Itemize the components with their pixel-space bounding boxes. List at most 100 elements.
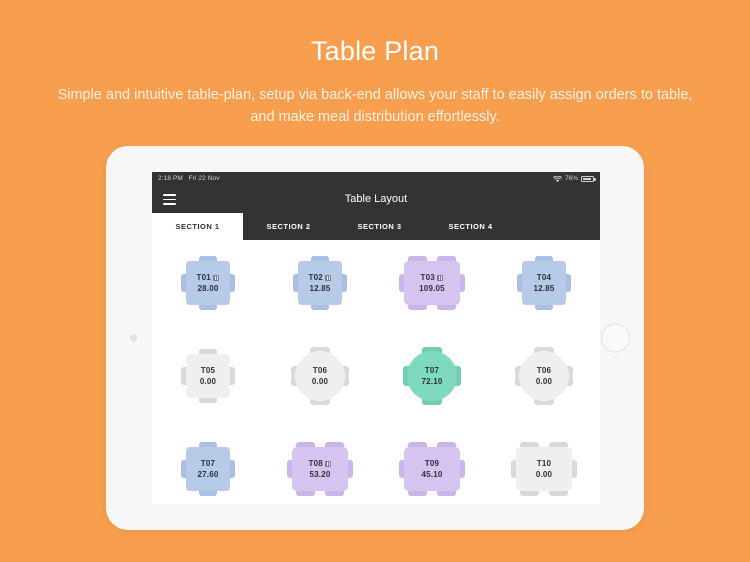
table-amount: 0.00 (311, 377, 329, 386)
promo-screenshot: Table Plan Simple and intuitive table-pl… (0, 0, 750, 562)
table-t07-8[interactable]: T07 27.60 (181, 442, 235, 496)
table-label: T04 (537, 272, 551, 283)
table-shape[interactable]: T05 0.00 (186, 354, 230, 398)
table-id: T05 (200, 366, 216, 375)
battery-icon (581, 175, 596, 183)
table-shape[interactable]: T02 12.85 (298, 261, 342, 305)
table-shape[interactable]: T04 12.85 (522, 261, 566, 305)
table-amount: 109.05 (419, 284, 445, 293)
table-amount: 72.10 (421, 377, 443, 386)
table-cell: T07 27.60 (152, 438, 264, 500)
table-t03-2[interactable]: T03 109.05 (399, 256, 465, 310)
table-amount: 0.00 (535, 377, 553, 386)
status-bar: 2:18 PM Fri 22 Nov 76% (152, 172, 600, 186)
table-t08-9[interactable]: T08 53.20 (287, 442, 353, 496)
table-plan-canvas: T01 28.00 T02 12.85 T03 109.05 T04 12.85 T05 0.0… (152, 240, 600, 504)
table-t06-5[interactable]: T06 0.00 (291, 347, 349, 405)
status-bar-indicators: 76% (553, 172, 596, 186)
wifi-icon (553, 175, 562, 182)
home-button[interactable] (601, 323, 630, 353)
table-amount: 12.85 (533, 284, 555, 293)
table-cell: T02 12.85 (264, 252, 376, 314)
table-shape[interactable]: T07 72.10 (407, 351, 457, 401)
table-amount: 28.00 (197, 284, 219, 293)
nav-bar: Table Layout (152, 186, 600, 213)
section-tab-bar: SECTION 1 SECTION 2 SECTION 3 SECTION 4 (152, 213, 600, 240)
table-cell: T08 53.20 (264, 438, 376, 500)
tab-section-4[interactable]: SECTION 4 (425, 213, 516, 240)
table-id: T08 (308, 459, 323, 468)
table-t06-7[interactable]: T06 0.00 (515, 347, 573, 405)
table-amount: 12.85 (309, 284, 331, 293)
table-label: T06 (313, 365, 327, 376)
table-cell: T01 28.00 (152, 252, 264, 314)
table-id: T06 (312, 366, 328, 375)
order-items-icon (325, 274, 332, 281)
page-title: Table Plan (310, 36, 440, 66)
table-label: T05 (201, 365, 215, 376)
table-label: T09 (425, 458, 439, 469)
table-shape[interactable]: T06 0.00 (295, 351, 345, 401)
table-row: T01 28.00 T02 12.85 T03 109.05 T04 12.85 (152, 252, 600, 314)
device-viewport: 2:18 PM Fri 22 Nov 76% Table Layout SECT… (152, 172, 600, 504)
front-camera-icon (130, 334, 137, 342)
table-shape[interactable]: T07 27.60 (186, 447, 230, 491)
table-amount: 0.00 (199, 377, 217, 386)
tab-section-2[interactable]: SECTION 2 (243, 213, 334, 240)
table-t05-4[interactable]: T05 0.00 (181, 349, 235, 403)
table-label: T07 (425, 365, 439, 376)
table-t09-10[interactable]: T09 45.10 (399, 442, 465, 496)
nav-title: Table Layout (344, 193, 408, 205)
table-label: T10 (537, 458, 551, 469)
table-id: T07 (424, 366, 440, 375)
battery-percent: 76% (564, 175, 578, 182)
table-amount: 45.10 (421, 470, 443, 479)
tab-section-1[interactable]: SECTION 1 (152, 213, 243, 240)
order-items-icon (437, 274, 444, 281)
table-label: T07 (201, 458, 215, 469)
table-shape[interactable]: T09 45.10 (404, 447, 460, 491)
table-shape[interactable]: T06 0.00 (519, 351, 569, 401)
table-t01-0[interactable]: T01 28.00 (181, 256, 235, 310)
table-shape[interactable]: T10 0.00 (516, 447, 572, 491)
status-time: 2:18 PM (158, 175, 183, 182)
table-t02-1[interactable]: T02 12.85 (293, 256, 347, 310)
table-cell: T06 0.00 (488, 345, 600, 407)
table-id: T02 (308, 273, 323, 282)
table-amount: 27.60 (197, 470, 219, 479)
tab-section-3[interactable]: SECTION 3 (334, 213, 425, 240)
table-id: T07 (200, 459, 216, 468)
table-id: T04 (536, 273, 552, 282)
status-date: Fri 22 Nov (188, 175, 220, 182)
table-amount: 53.20 (309, 470, 331, 479)
table-shape[interactable]: T08 53.20 (292, 447, 348, 491)
table-id: T03 (420, 273, 435, 282)
status-bar-datetime: 2:18 PM Fri 22 Nov (158, 172, 220, 186)
table-id: T09 (424, 459, 440, 468)
order-items-icon (213, 274, 220, 281)
table-amount: 0.00 (535, 470, 553, 479)
table-cell: T04 12.85 (488, 252, 600, 314)
table-id: T10 (536, 459, 552, 468)
table-t04-3[interactable]: T04 12.85 (517, 256, 571, 310)
table-shape[interactable]: T03 109.05 (404, 261, 460, 305)
table-cell: T06 0.00 (264, 345, 376, 407)
table-cell: T03 109.05 (376, 252, 488, 314)
order-items-icon (325, 460, 332, 467)
table-shape[interactable]: T01 28.00 (186, 261, 230, 305)
table-cell: T10 0.00 (488, 438, 600, 500)
table-label: T02 (309, 272, 332, 283)
table-t10-11[interactable]: T10 0.00 (511, 442, 577, 496)
table-id: T06 (536, 366, 552, 375)
table-cell: T09 45.10 (376, 438, 488, 500)
table-row: T05 0.00 T06 0.00 T07 72.10 T06 0.00 (152, 345, 600, 407)
table-label: T06 (537, 365, 551, 376)
table-label: T01 (197, 272, 220, 283)
table-label: T03 (421, 272, 444, 283)
page-subtitle: Simple and intuitive table-plan, setup v… (57, 87, 693, 125)
table-label: T08 (309, 458, 332, 469)
table-cell: T05 0.00 (152, 345, 264, 407)
table-t07-6[interactable]: T07 72.10 (403, 347, 461, 405)
table-cell: T07 72.10 (376, 345, 488, 407)
ipad-device-frame: 2:18 PM Fri 22 Nov 76% Table Layout SECT… (106, 146, 644, 530)
